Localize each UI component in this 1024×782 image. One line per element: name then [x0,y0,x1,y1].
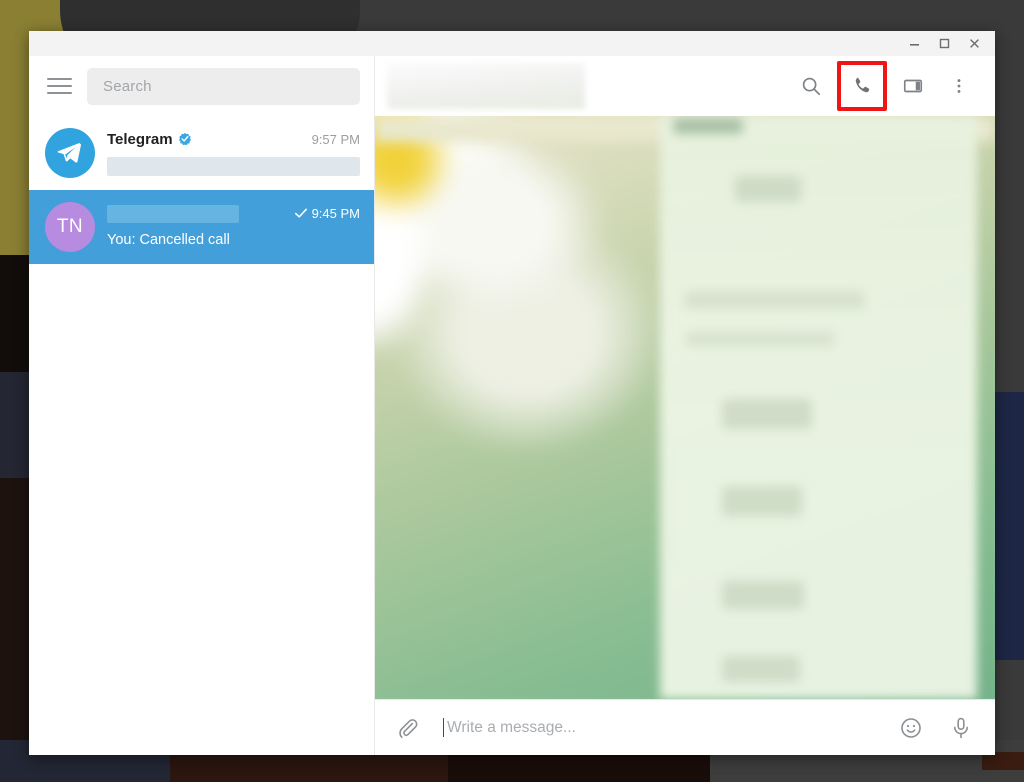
message-bubble [734,176,801,202]
sidebar-toggle-icon [903,79,923,93]
chat-title-redacted [107,204,239,223]
desktop-shape-right-navy [990,392,1024,660]
message-bubble [672,118,743,134]
telegram-plane-icon [57,142,81,163]
emoji-icon [901,717,921,738]
close-button[interactable] [959,31,989,56]
messages-panel-redacted [660,116,977,699]
search-input[interactable]: Search [87,67,360,105]
search-messages-button[interactable] [791,66,831,106]
verified-badge-icon [178,132,192,146]
minimize-button[interactable] [899,31,929,56]
window-body: Search Telegram 9:57 PM TN 9:45 PM You: … [29,56,995,755]
message-bubble [685,331,835,347]
desktop-shape-left-black [0,255,30,375]
conversation-header [375,56,995,116]
message-bubble [722,486,803,516]
avatar: TN [45,202,95,252]
sidebar-header: Search [29,56,374,116]
sidebar: Search Telegram 9:57 PM TN 9:45 PM You: … [29,56,375,755]
chat-timestamp: 9:57 PM [311,131,360,147]
emoji-button[interactable] [893,710,929,746]
conversation-header-actions [791,61,979,111]
toggle-info-panel-button[interactable] [893,66,933,106]
attach-file-button[interactable] [389,710,425,746]
phone-icon [855,77,870,93]
chat-item-content: 9:45 PM You: Cancelled call [95,202,360,248]
avatar [45,128,95,178]
paperclip-icon [399,718,418,738]
chat-time-text: 9:45 PM [311,205,360,221]
call-button[interactable] [837,61,887,111]
chat-list-item-tn[interactable]: TN 9:45 PM You: Cancelled call [29,190,374,264]
message-bubble [722,581,805,609]
microphone-icon [954,717,968,738]
desktop-shape-left-navy [0,372,30,480]
message-composer: Write a message... [375,699,995,755]
chat-title: Telegram [107,130,173,148]
read-check-icon [294,208,307,218]
chat-item-top-line: 9:45 PM [107,203,360,223]
record-voice-button[interactable] [943,710,979,746]
desktop-shape-left-brown [0,478,30,748]
text-caret [443,718,444,737]
conversation-title-redacted[interactable] [387,63,585,109]
message-input[interactable]: Write a message... [435,710,875,746]
window-title-bar [29,31,995,56]
telegram-window: Search Telegram 9:57 PM TN 9:45 PM You: … [29,31,995,755]
avatar-initials: TN [56,216,84,237]
search-icon [802,77,821,96]
maximize-button[interactable] [929,31,959,56]
chat-item-content: Telegram 9:57 PM [95,128,360,176]
more-vertical-icon [957,79,961,93]
message-input-placeholder: Write a message... [447,718,576,736]
chat-item-top-line: Telegram 9:57 PM [107,129,360,149]
desktop-background: Search Telegram 9:57 PM TN 9:45 PM You: … [0,0,1024,782]
hamburger-menu-icon[interactable] [47,73,73,99]
chat-timestamp-wrap: 9:45 PM [294,206,360,221]
message-bubble [722,656,801,682]
maximize-icon [939,38,949,49]
chat-preview: You: Cancelled call [107,232,230,248]
chat-list: Telegram 9:57 PM TN 9:45 PM You: Cancell… [29,116,374,755]
message-bubble [722,399,813,429]
more-options-button[interactable] [939,66,979,106]
minimize-icon [909,44,919,46]
chat-list-item-telegram[interactable]: Telegram 9:57 PM [29,116,374,190]
close-icon [969,39,979,48]
message-bubble [685,291,865,309]
conversation-pane: Write a message... [375,56,995,755]
chat-preview-redacted [107,157,360,176]
search-placeholder: Search [103,77,152,95]
messages-area[interactable] [375,116,995,699]
composer-actions [893,710,979,746]
